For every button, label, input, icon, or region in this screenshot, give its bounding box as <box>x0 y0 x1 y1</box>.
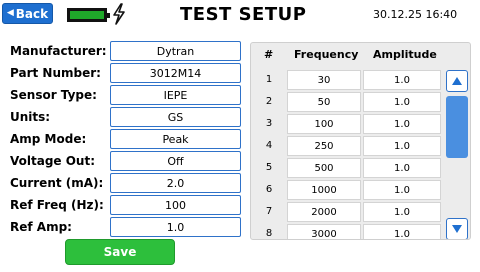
sensor-type-field[interactable]: IEPE <box>110 85 241 105</box>
ref-freq-label: Ref Freq (Hz): <box>10 198 104 212</box>
part-number-label: Part Number: <box>10 66 101 80</box>
row-number: 3 <box>265 118 273 129</box>
amplitude-cell[interactable]: 1.0 <box>363 158 441 178</box>
amplitude-cell[interactable]: 1.0 <box>363 136 441 156</box>
amp-mode-field[interactable]: Peak <box>110 129 241 149</box>
back-label: Back <box>15 6 49 21</box>
column-header-frequency: Frequency <box>294 48 359 61</box>
scroll-down-button[interactable] <box>446 218 468 239</box>
frequency-cell[interactable]: 50 <box>287 92 361 112</box>
battery-terminal <box>107 13 110 18</box>
frequency-cell[interactable]: 500 <box>287 158 361 178</box>
voltage-out-label: Voltage Out: <box>10 154 96 168</box>
row-number: 4 <box>265 140 273 151</box>
row-number: 8 <box>265 228 273 239</box>
ref-amp-field[interactable]: 1.0 <box>110 217 241 237</box>
column-header-num: # <box>264 48 274 61</box>
row-number: 1 <box>265 74 273 85</box>
row-number: 5 <box>265 162 273 173</box>
frequency-cell[interactable]: 1000 <box>287 180 361 200</box>
amplitude-cell[interactable]: 1.0 <box>363 224 441 239</box>
amplitude-cell[interactable]: 1.0 <box>363 92 441 112</box>
ref-freq-field[interactable]: 100 <box>110 195 241 215</box>
back-button[interactable]: ◀ Back <box>2 3 53 24</box>
manufacturer-field[interactable]: Dytran <box>110 41 241 61</box>
page-title: TEST SETUP <box>180 4 307 25</box>
units-label: Units: <box>10 110 51 124</box>
row-number: 7 <box>265 206 273 217</box>
frequency-cell[interactable]: 30 <box>287 70 361 90</box>
down-triangle-icon <box>452 225 462 233</box>
ref-amp-label: Ref Amp: <box>10 220 72 234</box>
frequency-cell[interactable]: 2000 <box>287 202 361 222</box>
voltage-out-field[interactable]: Off <box>110 151 241 171</box>
amplitude-cell[interactable]: 1.0 <box>363 202 441 222</box>
scroll-up-button[interactable] <box>446 70 468 92</box>
amplitude-cell[interactable]: 1.0 <box>363 180 441 200</box>
back-arrow-icon: ◀ <box>6 8 14 18</box>
column-header-amplitude: Amplitude <box>373 48 437 61</box>
scrollbar-thumb[interactable] <box>446 96 468 158</box>
current-label: Current (mA): <box>10 176 104 190</box>
amp-mode-label: Amp Mode: <box>10 132 87 146</box>
save-button[interactable]: Save <box>65 239 175 265</box>
up-triangle-icon <box>452 77 462 85</box>
datetime-display: 30.12.25 16:40 <box>373 8 458 21</box>
frequency-table: # Frequency Amplitude 1 30 1.0 2 50 1.0 … <box>250 42 471 240</box>
lightning-bolt-icon <box>113 3 125 25</box>
part-number-field[interactable]: 3012M14 <box>110 63 241 83</box>
units-field[interactable]: GS <box>110 107 241 127</box>
manufacturer-label: Manufacturer: <box>10 44 107 58</box>
battery-level-fill <box>70 11 104 19</box>
battery-icon <box>67 8 110 22</box>
row-number: 2 <box>265 96 273 107</box>
amplitude-cell[interactable]: 1.0 <box>363 114 441 134</box>
frequency-cell[interactable]: 100 <box>287 114 361 134</box>
row-number: 6 <box>265 184 273 195</box>
amplitude-cell[interactable]: 1.0 <box>363 70 441 90</box>
sensor-type-label: Sensor Type: <box>10 88 97 102</box>
frequency-cell[interactable]: 3000 <box>287 224 361 239</box>
current-field[interactable]: 2.0 <box>110 173 241 193</box>
frequency-cell[interactable]: 250 <box>287 136 361 156</box>
